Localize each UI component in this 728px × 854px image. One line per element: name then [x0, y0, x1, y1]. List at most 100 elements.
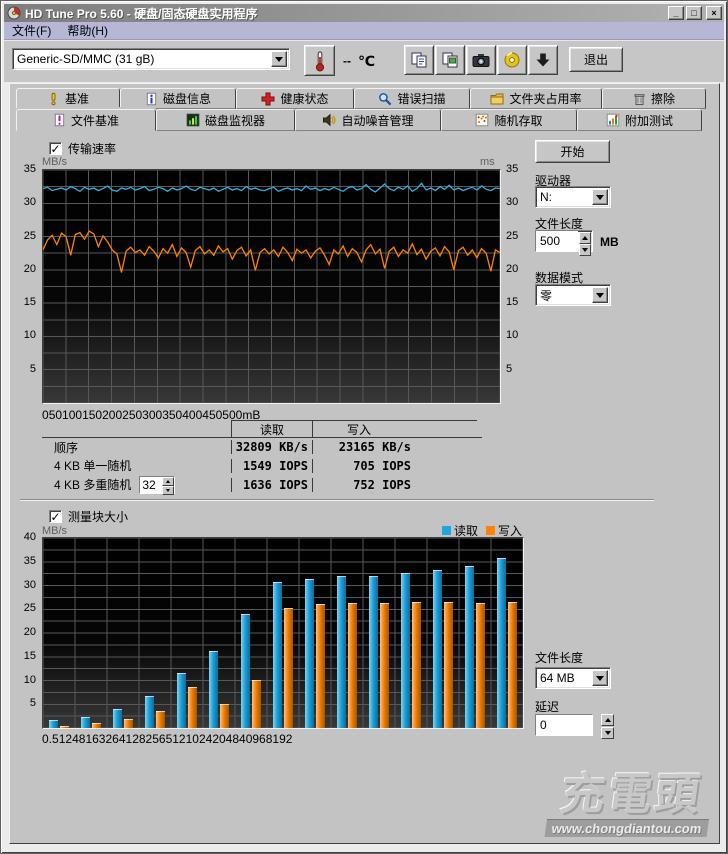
title-bar: HD Tune Pro 5.60 - 硬盘/固态硬盘实用程序 _ □ ×	[4, 4, 724, 22]
write-column-header: 写入	[312, 420, 477, 438]
queue-depth-down-button[interactable]	[162, 486, 174, 495]
read-bar	[273, 582, 282, 728]
write-bar	[284, 608, 293, 728]
write-bar	[316, 604, 325, 728]
trash-icon	[633, 92, 646, 106]
delay-spinner[interactable]	[601, 714, 614, 736]
delay-field[interactable]	[535, 714, 593, 736]
read-swatch-icon	[442, 526, 451, 535]
write-bar	[252, 680, 261, 728]
device-select-arrow[interactable]	[271, 51, 287, 67]
file-length-up-button[interactable]	[579, 232, 591, 244]
write-bar	[476, 603, 485, 728]
block-file-length-arrow[interactable]	[592, 670, 608, 686]
tab-disk-info[interactable]: 磁盘信息	[120, 88, 236, 109]
tab-disk-monitor[interactable]: 磁盘监视器	[156, 109, 295, 131]
read-bar	[113, 709, 122, 728]
file-length-unit: MB	[600, 235, 619, 249]
row-label: 4 KB 多重随机	[54, 476, 131, 493]
delay-input[interactable]	[536, 715, 592, 735]
tab-health-label: 健康状态	[280, 90, 328, 107]
sequential-read-value: 32809 KB/s	[231, 440, 312, 454]
data-mode-arrow[interactable]	[592, 287, 608, 303]
temperature-button[interactable]	[304, 45, 335, 76]
close-button[interactable]: ×	[706, 6, 722, 20]
tab-extra-tests[interactable]: 附加测试	[577, 109, 702, 131]
app-icon	[7, 6, 21, 20]
tab-file-benchmark[interactable]: 文件基准	[16, 109, 156, 131]
minimize-button[interactable]: _	[668, 6, 684, 20]
block-file-length-select[interactable]: 64 MB	[535, 667, 611, 689]
chevron-down-icon	[596, 195, 604, 204]
queue-depth-spinner[interactable]	[139, 476, 175, 494]
device-select[interactable]: Generic-SD/MMC (31 gB)	[12, 48, 290, 70]
tab-health[interactable]: 健康状态	[236, 88, 354, 109]
read-bar	[305, 579, 314, 728]
maximize-button[interactable]: □	[686, 6, 702, 20]
save-button[interactable]	[497, 45, 527, 75]
tab-folder-usage-label: 文件夹占用率	[509, 90, 581, 107]
tab-aam[interactable]: 自动噪音管理	[295, 109, 441, 131]
arrow-down-icon	[582, 248, 588, 255]
screenshot-button[interactable]	[466, 45, 496, 75]
menu-file[interactable]: 文件(F)	[4, 21, 59, 40]
info-icon	[145, 92, 158, 106]
watermark-url: www.chongdiantou.com	[545, 819, 709, 837]
tab-erase-label: 擦除	[651, 90, 675, 107]
tab-erase[interactable]: 擦除	[602, 88, 706, 109]
drive-select-arrow[interactable]	[592, 189, 608, 205]
tab-benchmark[interactable]: 基准	[16, 88, 120, 109]
menu-help[interactable]: 帮助(H)	[59, 21, 116, 40]
delay-up-button[interactable]	[601, 714, 614, 726]
file-length-input[interactable]	[536, 231, 578, 251]
write-bar	[412, 602, 421, 728]
file-length-down-button[interactable]	[579, 244, 591, 256]
row-label: 顺序	[42, 439, 231, 456]
exit-button[interactable]: 退出	[569, 47, 623, 72]
drive-select-value: N:	[536, 190, 590, 204]
delay-down-button[interactable]	[601, 727, 614, 739]
4k-multi-read-value: 1636 IOPS	[231, 478, 312, 492]
copy-text-button[interactable]	[404, 45, 434, 75]
window-title: HD Tune Pro 5.60 - 硬盘/固态硬盘实用程序	[25, 5, 668, 22]
data-mode-select[interactable]: 零	[535, 284, 611, 306]
benchmark-icon	[47, 92, 60, 106]
results-table: 读取 写入 顺序 32809 KB/s 23165 KB/s 4 KB 单一随机…	[42, 420, 482, 494]
extra-tests-icon	[606, 113, 620, 127]
tab-disk-info-label: 磁盘信息	[163, 90, 211, 107]
read-bar	[209, 651, 218, 728]
read-bar	[497, 558, 506, 728]
results-row-sequential: 顺序 32809 KB/s 23165 KB/s	[42, 437, 482, 456]
save-icon	[503, 51, 521, 69]
sequential-write-value: 23165 KB/s	[312, 440, 477, 454]
transfer-rate-label: 传输速率	[68, 140, 116, 157]
read-column-header: 读取	[231, 420, 312, 438]
thermometer-icon	[313, 50, 327, 72]
tab-error-scan[interactable]: 错误扫描	[354, 88, 470, 109]
block-file-length-value: 64 MB	[536, 671, 590, 685]
read-bar	[49, 720, 58, 728]
write-bar	[156, 711, 165, 728]
bar-chart-xaxis: 0.512481632641282565121024204840968192	[42, 732, 719, 746]
tab-random-access-label: 随机存取	[494, 112, 542, 129]
queue-depth-input[interactable]	[140, 477, 162, 493]
queue-depth-up-button[interactable]	[162, 477, 174, 486]
file-length-spinner[interactable]	[535, 230, 593, 252]
section-separator	[20, 499, 654, 501]
download-button[interactable]	[528, 45, 558, 75]
start-button-label: 开始	[560, 143, 584, 160]
tab-random-access[interactable]: 随机存取	[441, 109, 577, 131]
tab-file-benchmark-label: 文件基准	[71, 112, 119, 129]
transfer-rate-chart	[42, 169, 501, 404]
line-chart-yunit-left: MB/s	[42, 156, 67, 168]
tab-folder-usage[interactable]: 文件夹占用率	[470, 88, 602, 109]
read-bar	[369, 576, 378, 728]
copy-image-button[interactable]	[435, 45, 465, 75]
drive-select[interactable]: N:	[535, 186, 611, 208]
read-bar	[81, 717, 90, 728]
copy-image-icon	[441, 51, 459, 69]
toolbar: Generic-SD/MMC (31 gB) -- ℃	[4, 40, 724, 82]
start-button[interactable]: 开始	[535, 140, 610, 163]
4k-single-read-value: 1549 IOPS	[231, 459, 312, 473]
transfer-rate-checkbox[interactable]: ✓ 传输速率	[49, 140, 116, 157]
